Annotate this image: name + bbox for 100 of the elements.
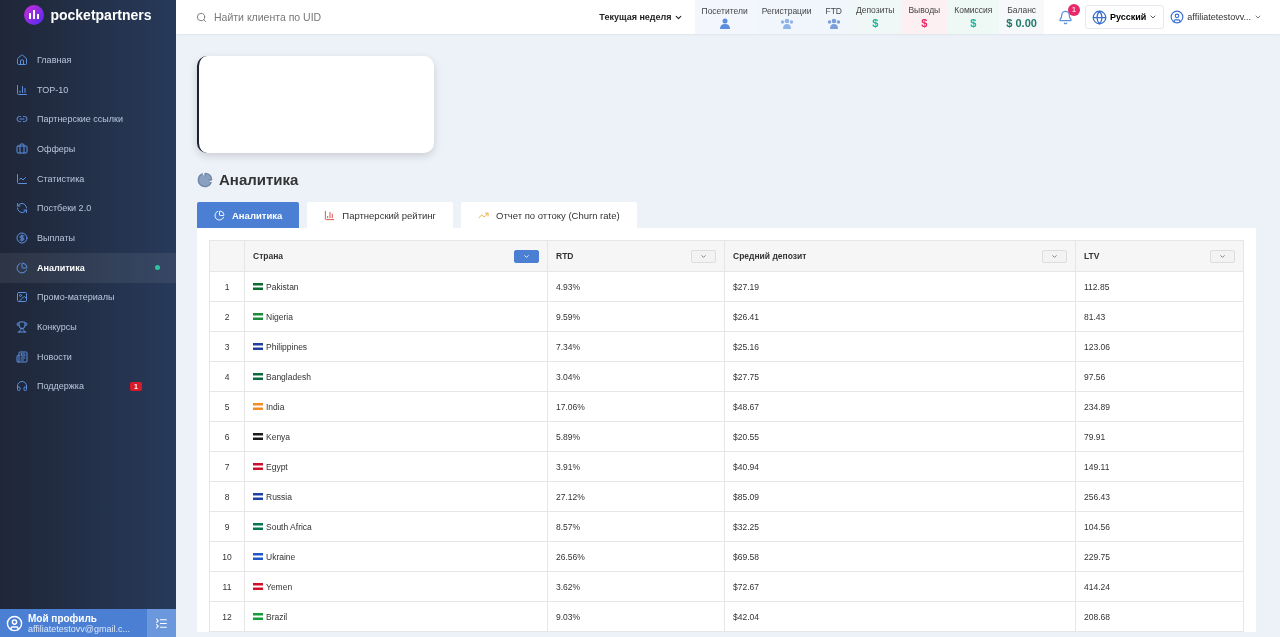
column-label: Средний депозит	[733, 251, 807, 261]
sidebar-item[interactable]: Постбеки 2.0	[0, 193, 176, 224]
column-label: Страна	[253, 251, 284, 261]
collapse-menu-button[interactable]	[147, 609, 176, 637]
sidebar-label: Поддержка	[37, 381, 85, 392]
globe-icon	[1091, 9, 1107, 25]
search-icon	[196, 11, 207, 23]
tab[interactable]: Аналитика	[197, 202, 300, 228]
table-cell: 5.89%	[547, 421, 725, 452]
period-dropdown[interactable]: Текущая неделя	[599, 12, 683, 22]
country-name: Brazil	[266, 611, 288, 622]
table-cell: $48.67	[724, 391, 1076, 422]
country-name: South Africa	[266, 521, 312, 532]
country-name: Ukraine	[266, 551, 296, 562]
country-name: India	[266, 401, 285, 412]
table-cell: $85.09	[724, 481, 1076, 512]
table-cell: 9.59%	[547, 301, 725, 332]
flag-icon	[253, 403, 263, 410]
flag-icon	[253, 463, 263, 470]
trophy-icon	[16, 321, 28, 334]
balance-value: $ 0.00	[1006, 17, 1037, 29]
sidebar-label: Постбеки 2.0	[37, 203, 93, 214]
metric-label: Регистрации	[761, 5, 812, 16]
table-cell: 79.91	[1075, 421, 1244, 452]
table-cell: $69.58	[724, 541, 1076, 572]
notification-badge: 1	[1067, 3, 1080, 16]
country-name: Pakistan	[266, 281, 299, 292]
sidebar-label: Партнерские ссылки	[37, 114, 125, 125]
column-label: LTV	[1084, 251, 1100, 261]
tab[interactable]: Партнерский рейтинг	[307, 202, 454, 228]
sidebar-item[interactable]: Офферы	[0, 134, 176, 164]
sidebar-label: Промо-материалы	[37, 292, 116, 303]
country-name: Bangladesh	[266, 371, 311, 382]
user-dropdown[interactable]: affiliatetestovv...	[1170, 10, 1262, 24]
sidebar-item[interactable]: Главная	[0, 45, 176, 75]
sidebar-label: Офферы	[37, 143, 77, 154]
table-cell: 234.89	[1075, 391, 1244, 422]
table-cell: 81.43	[1075, 301, 1244, 332]
sidebar-item[interactable]: TOP-10	[0, 74, 176, 105]
flag-icon	[253, 313, 263, 320]
table-cell: $27.75	[724, 361, 1076, 392]
flag-icon	[253, 493, 263, 500]
pie-chart-icon	[16, 261, 28, 274]
table-cell: 27.12%	[547, 481, 725, 512]
flag-icon	[253, 523, 263, 530]
tab[interactable]: Отчет по оттоку (Churn rate)	[461, 202, 637, 228]
table-cell: 2	[209, 301, 245, 332]
dollar-sign: $	[970, 17, 977, 29]
table-cell: $25.16	[724, 331, 1076, 362]
sidebar-item[interactable]: Промо-материалы	[0, 282, 176, 313]
user-icon	[6, 614, 23, 632]
sidebar-item[interactable]: Статистика	[0, 163, 176, 194]
flag-icon	[253, 613, 263, 620]
chevron-down-icon	[1219, 252, 1226, 260]
table-cell: 104.56	[1075, 511, 1244, 542]
sidebar-item[interactable]: Новости	[0, 341, 176, 372]
dollar-sign: $	[872, 17, 879, 29]
table-cell: $27.19	[724, 271, 1076, 302]
sidebar-label: Статистика	[37, 173, 86, 184]
home-icon	[16, 53, 28, 66]
newspaper-icon	[16, 350, 28, 363]
table-cell: 8.57%	[547, 511, 725, 542]
column-label: RTD	[556, 251, 574, 261]
logo-icon	[24, 5, 45, 25]
table-cell: 26.56%	[547, 541, 725, 572]
table-cell: 12	[209, 601, 245, 632]
table-cell: 3	[209, 331, 245, 362]
sidebar-label: Выплаты	[37, 232, 76, 243]
language-dropdown[interactable]: Русский	[1084, 5, 1165, 29]
table-cell: 6	[209, 421, 245, 452]
metric-label: Посетители	[701, 5, 748, 16]
pie-chart-icon	[197, 171, 213, 188]
sidebar-item[interactable]: Аналитика	[0, 252, 176, 283]
table-cell: $72.67	[724, 571, 1076, 602]
sidebar-item[interactable]: Выплаты	[0, 223, 176, 253]
table-cell: 414.24	[1075, 571, 1244, 602]
bell-icon[interactable]	[1057, 9, 1073, 25]
collapse-icon	[155, 616, 168, 630]
country-name: Philippines	[266, 341, 308, 352]
country-name: Nigeria	[266, 311, 293, 322]
dollar-coin-icon	[16, 231, 28, 244]
table-cell: $40.94	[724, 451, 1076, 482]
sidebar-item[interactable]: Партнерские ссылки	[0, 104, 176, 135]
metric-label: FTD	[825, 5, 842, 16]
refresh-icon	[16, 202, 28, 215]
country-name: Yemen	[266, 581, 293, 592]
flag-icon	[253, 343, 263, 350]
chevron-down-icon	[1149, 13, 1158, 21]
sidebar-label: Аналитика	[37, 262, 86, 273]
flag-icon	[253, 583, 263, 590]
sidebar-label: TOP-10	[37, 84, 70, 95]
sidebar-item[interactable]: Конкурсы	[0, 312, 176, 342]
table-cell: 3.91%	[547, 451, 725, 482]
table-cell: $20.55	[724, 421, 1076, 452]
filter-button[interactable]	[514, 249, 539, 263]
table-cell: 8	[209, 481, 245, 512]
flag-icon	[253, 373, 263, 380]
table-cell: 4	[209, 361, 245, 392]
metric-label: Выводы	[908, 5, 941, 15]
bar-chart-icon	[16, 83, 28, 96]
